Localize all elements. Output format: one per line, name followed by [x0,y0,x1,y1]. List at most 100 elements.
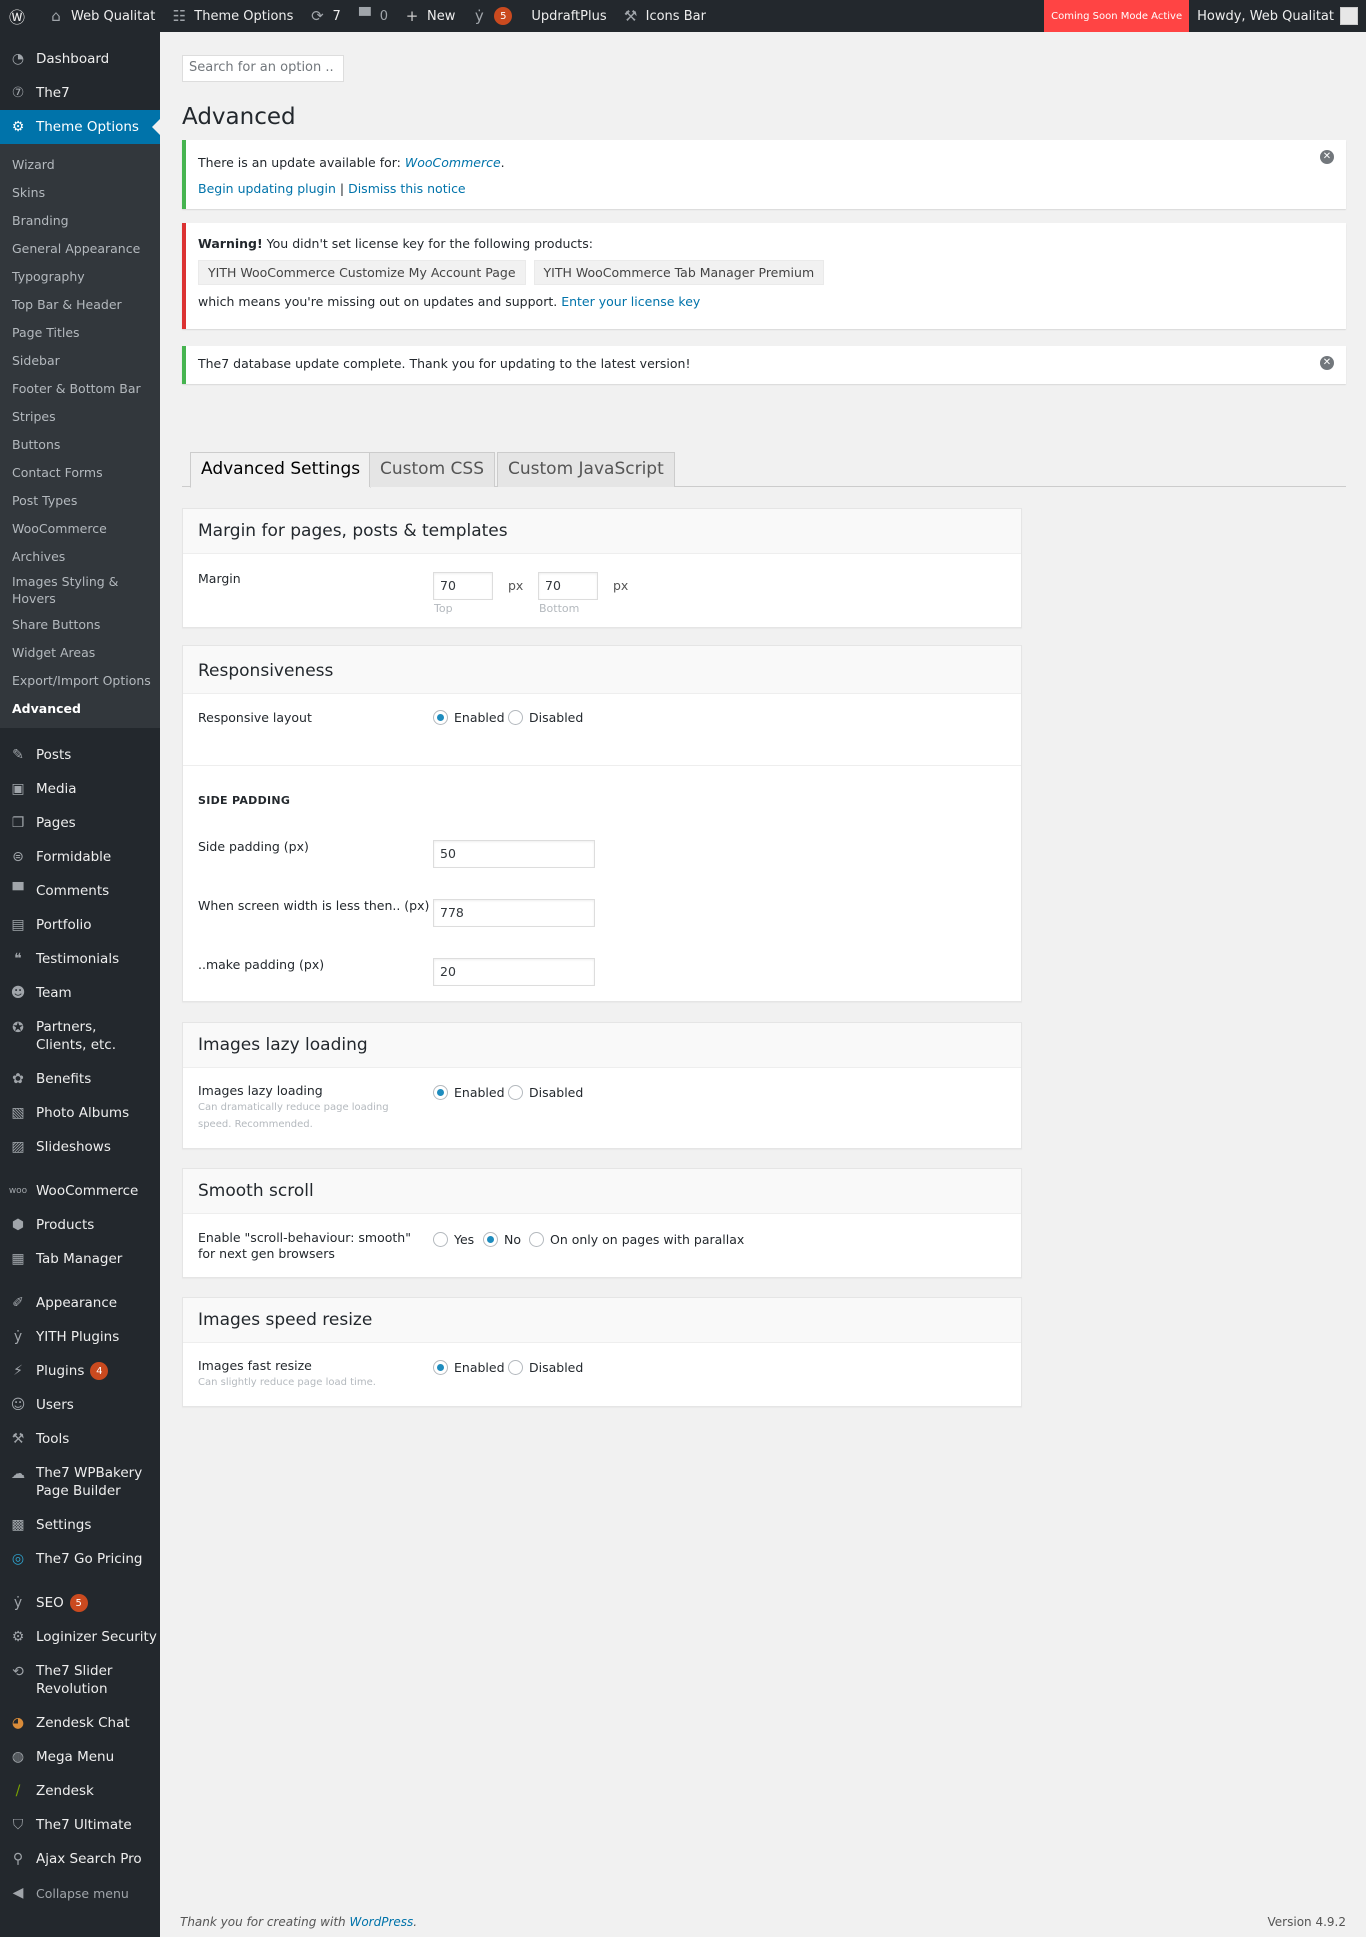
sidebar-item-the7[interactable]: ⑦ The7 [0,76,160,110]
submenu-item[interactable]: Images Styling & Hovers [0,570,130,610]
sidebar-item-media[interactable]: ▣ Media [0,772,160,806]
updates-link[interactable]: ⟳ 7 [300,0,347,32]
sidebar-item-slideshows[interactable]: ▨ Slideshows [0,1130,160,1164]
dismiss-notice-link[interactable]: Dismiss this notice [348,181,466,196]
woocommerce-link[interactable]: WooCommerce [405,155,501,170]
sidebar-item-wpbakery[interactable]: ☁ The7 WPBakery Page Builder [0,1456,160,1508]
sidebar-item-tools[interactable]: ⚒ Tools [0,1422,160,1456]
submenu-item[interactable]: Contact Forms [0,458,160,486]
submenu-item[interactable]: WooCommerce [0,514,160,542]
sidebar-item-users[interactable]: ☺ Users [0,1388,160,1422]
close-icon[interactable]: ✕ [1320,150,1334,164]
sidebar-item-yith[interactable]: ẏ YITH Plugins [0,1320,160,1354]
sidebar-item-appearance[interactable]: ✐ Appearance [0,1286,160,1320]
updraftplus-link[interactable]: UpdraftPlus [519,0,613,32]
plug-icon: ⚡ [13,1363,23,1379]
sidebar-item-portfolio[interactable]: ▤ Portfolio [0,908,160,942]
tab-custom-javascript[interactable]: Custom JavaScript [497,452,675,487]
begin-updating-link[interactable]: Begin updating plugin [198,181,336,196]
side-padding-label: Side padding (px) [198,839,309,854]
submenu-item[interactable]: Export/Import Options [0,666,160,694]
sidebar-item-plugins[interactable]: ⚡ Plugins 4 [0,1354,160,1388]
radio-icon [433,1232,448,1247]
user-menu[interactable]: Howdy, Web Qualitat [1189,7,1366,25]
sidebar-label: The7 Ultimate [36,1817,132,1833]
sidebar-item-team[interactable]: ☻ Team [0,976,160,1010]
lazy-enabled-radio[interactable]: Enabled [433,1085,505,1100]
shield-icon: ⛉ [12,1817,24,1833]
submenu-item[interactable]: Branding [0,206,160,234]
submenu-item[interactable]: Stripes [0,402,160,430]
updraftplus-label: UpdraftPlus [531,8,607,24]
comments-link[interactable]: ▀ 0 [348,0,395,32]
sidebar-item-formidable[interactable]: ⊜ Formidable [0,840,160,874]
license-key-link[interactable]: Enter your license key [561,294,700,309]
seo-link[interactable]: ẏ5 [462,0,519,32]
wordpress-logo[interactable]: Ⓦ [0,0,39,32]
submenu-item[interactable]: Widget Areas [0,638,160,666]
site-name-link[interactable]: ⌂ Web Qualitat [39,0,162,32]
screen-width-input[interactable]: 778 [433,899,595,927]
sidebar-item-loginizer[interactable]: ⚙ Loginizer Security [0,1620,160,1654]
smooth-parallax-radio[interactable]: On only on pages with parallax [529,1232,744,1247]
sidebar-item-posts[interactable]: ✎ Posts [0,738,160,772]
sidebar-item-comments[interactable]: ▀ Comments [0,874,160,908]
new-content-link[interactable]: + New [395,0,462,32]
sidebar-item-ajax-search[interactable]: ⚲ Ajax Search Pro [0,1842,160,1876]
comment-icon: ▀ [358,7,371,25]
woo-icon: woo [8,1186,28,1196]
sidebar-item-the7-ultimate[interactable]: ⛉ The7 Ultimate [0,1808,160,1842]
responsive-enabled-radio[interactable]: Enabled [433,710,505,725]
submenu-item[interactable]: Archives [0,542,160,570]
sidebar-item-tab-manager[interactable]: ▦ Tab Manager [0,1242,160,1276]
sidebar-item-go-pricing[interactable]: ◎ The7 Go Pricing [0,1542,160,1576]
tab-custom-css[interactable]: Custom CSS [369,452,495,487]
resize-disabled-radio[interactable]: Disabled [508,1360,583,1375]
tab-advanced-settings[interactable]: Advanced Settings [190,452,372,488]
license-warning-notice: Warning! You didn't set license key for … [182,223,1346,329]
sidebar-item-settings[interactable]: ▩ Settings [0,1508,160,1542]
submenu-item[interactable]: Wizard [0,150,160,178]
submenu-item[interactable]: General Appearance [0,234,160,262]
submenu-item[interactable]: Post Types [0,486,160,514]
coming-soon-badge[interactable]: Coming Soon Mode Active [1044,0,1190,32]
sidebar-item-products[interactable]: ⬢ Products [0,1208,160,1242]
submenu-item[interactable]: Buttons [0,430,160,458]
sidebar-item-seo[interactable]: ẏ SEO 5 [0,1586,160,1620]
submenu-item[interactable]: Sidebar [0,346,160,374]
submenu-item[interactable]: Footer & Bottom Bar [0,374,160,402]
sidebar-item-theme-options[interactable]: ⚙ Theme Options [0,110,160,144]
lazy-disabled-radio[interactable]: Disabled [508,1085,583,1100]
wordpress-link[interactable]: WordPress [349,1915,413,1929]
option-search-input[interactable]: Search for an option .. [182,55,344,82]
submenu-item[interactable]: Typography [0,262,160,290]
icons-bar-link[interactable]: ⚒ Icons Bar [614,0,713,32]
submenu-item[interactable]: Page Titles [0,318,160,346]
responsive-disabled-radio[interactable]: Disabled [508,710,583,725]
resize-enabled-radio[interactable]: Enabled [433,1360,505,1375]
sidebar-item-woocommerce[interactable]: woo WooCommerce [0,1174,160,1208]
sidebar-item-dashboard[interactable]: ◔ Dashboard [0,42,160,76]
sidebar-item-partners[interactable]: ✪ Partners, Clients, etc. [0,1010,160,1062]
sidebar-item-benefits[interactable]: ✿ Benefits [0,1062,160,1096]
sidebar-item-zendesk-chat[interactable]: ◕ Zendesk Chat [0,1706,160,1740]
sidebar-item-mega-menu[interactable]: ◍ Mega Menu [0,1740,160,1774]
sidebar-item-slider-revolution[interactable]: ⟲ The7 Slider Revolution [0,1654,160,1706]
smooth-no-radio[interactable]: No [483,1232,521,1247]
close-icon[interactable]: ✕ [1320,356,1334,370]
theme-options-link[interactable]: ☷ Theme Options [162,0,300,32]
make-padding-input[interactable]: 20 [433,958,595,986]
submenu-item-advanced[interactable]: Advanced [0,694,160,722]
side-padding-input[interactable]: 50 [433,840,595,868]
submenu-item[interactable]: Skins [0,178,160,206]
sidebar-item-testimonials[interactable]: ❝ Testimonials [0,942,160,976]
submenu-item[interactable]: Top Bar & Header [0,290,160,318]
margin-bottom-input[interactable]: 70 [538,572,598,600]
sidebar-item-zendesk[interactable]: / Zendesk [0,1774,160,1808]
submenu-item[interactable]: Share Buttons [0,610,160,638]
collapse-menu-button[interactable]: ◀ Collapse menu [0,1876,160,1910]
smooth-yes-radio[interactable]: Yes [433,1232,474,1247]
margin-top-input[interactable]: 70 [433,572,493,600]
sidebar-item-pages[interactable]: ❐ Pages [0,806,160,840]
sidebar-item-photo-albums[interactable]: ▧ Photo Albums [0,1096,160,1130]
